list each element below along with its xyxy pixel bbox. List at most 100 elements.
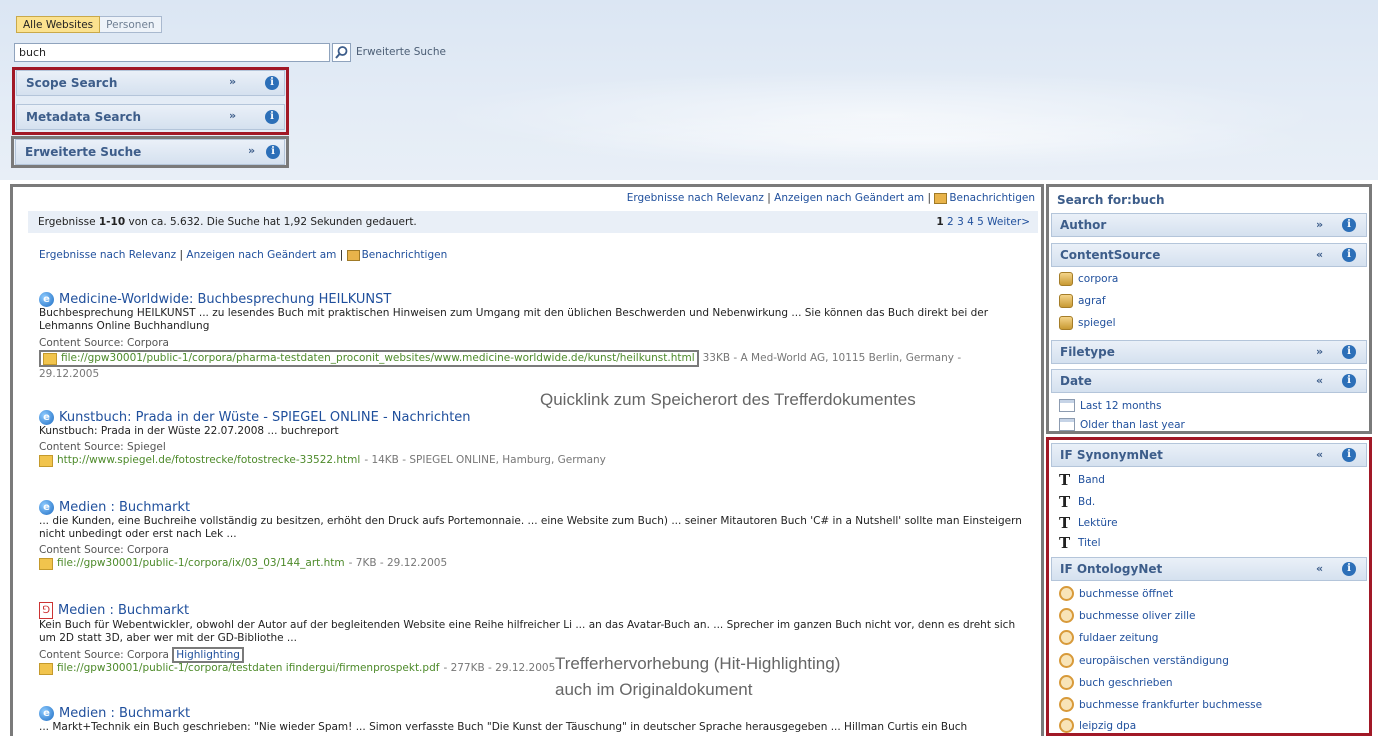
page-link[interactable]: 3 — [957, 216, 964, 228]
author-panel[interactable]: Author » i — [1051, 213, 1367, 237]
sort-relevance-link[interactable]: Ergebnisse nach Relevanz — [39, 249, 176, 261]
synonym-item[interactable]: T Bd. — [1059, 493, 1095, 511]
source-item-corpora[interactable]: corpora — [1059, 272, 1118, 286]
date-item[interactable]: Last 12 months — [1059, 399, 1161, 412]
sort-modified-link[interactable]: Anzeigen nach Geändert am — [186, 249, 336, 261]
result-url-link[interactable]: http://www.spiegel.de/fotostrecke/fotost… — [57, 454, 360, 467]
tab-all-websites[interactable]: Alle Websites — [16, 16, 101, 33]
expand-icon[interactable]: » — [229, 109, 236, 122]
collapse-icon[interactable]: « — [1316, 448, 1323, 461]
metadata-search-panel[interactable]: Metadata Search » i — [16, 104, 285, 130]
date-item[interactable]: Older than last year — [1059, 418, 1185, 431]
synonym-label: Band — [1078, 474, 1105, 486]
next-page-link[interactable]: Weiter> — [987, 216, 1030, 228]
info-icon[interactable]: i — [265, 110, 279, 124]
collapse-icon[interactable]: « — [1316, 562, 1323, 575]
collapse-icon[interactable]: « — [1316, 374, 1323, 387]
result-date: 29.12.2005 — [39, 368, 100, 380]
search-icon — [335, 46, 348, 59]
search-button[interactable] — [332, 43, 351, 62]
synonym-item[interactable]: T Titel — [1059, 534, 1101, 552]
term-icon: T — [1059, 493, 1071, 511]
synonym-item[interactable]: T Band — [1059, 471, 1105, 489]
result-url-link[interactable]: file://gpw30001/public-1/corpora/pharma-… — [61, 352, 695, 365]
search-input[interactable]: buch — [14, 43, 330, 62]
info-icon[interactable]: i — [266, 145, 280, 159]
collapse-icon[interactable]: « — [1316, 248, 1323, 261]
separator: | — [924, 192, 935, 204]
page-link[interactable]: 4 — [967, 216, 974, 228]
info-icon[interactable]: i — [1342, 218, 1356, 232]
sort-modified-link[interactable]: Anzeigen nach Geändert am — [774, 192, 924, 204]
open-folder-icon[interactable] — [39, 455, 53, 467]
info-icon[interactable]: i — [1342, 248, 1356, 262]
annotation-highlighting-1: Trefferhervorhebung (Hit-Highlighting) — [555, 654, 841, 673]
source-item-spiegel[interactable]: spiegel — [1059, 316, 1116, 330]
sort-relevance-link[interactable]: Ergebnisse nach Relevanz — [627, 192, 764, 204]
result-title-link[interactable]: Medien : Buchmarkt — [59, 706, 190, 721]
expand-icon[interactable]: » — [229, 75, 236, 88]
ontology-item[interactable]: buchmesse frankfurter buchmesse — [1059, 697, 1262, 712]
content-source-row: Content Source: Corpora Highlighting — [39, 647, 1039, 663]
scope-search-panel[interactable]: Scope Search » i — [16, 70, 285, 96]
ontology-item[interactable]: buchmesse öffnet — [1059, 586, 1173, 601]
ie-page-icon: e — [39, 292, 54, 307]
source-item-agraf[interactable]: agraf — [1059, 294, 1106, 308]
database-icon — [1059, 272, 1073, 286]
ontology-label: buchmesse oliver zille — [1079, 609, 1196, 622]
info-icon[interactable]: i — [1342, 562, 1356, 576]
page-link[interactable]: 2 — [947, 216, 954, 228]
page-link[interactable]: 5 — [977, 216, 984, 228]
info-icon[interactable]: i — [1342, 374, 1356, 388]
expand-icon[interactable]: » — [248, 144, 255, 157]
filetype-panel[interactable]: Filetype » i — [1051, 340, 1367, 364]
result-url-link[interactable]: file://gpw30001/public-1/corpora/testdat… — [57, 662, 439, 675]
open-folder-icon[interactable] — [39, 558, 53, 570]
advanced-search-title: Erweiterte Suche — [25, 145, 142, 159]
pagination: 1 2 3 4 5 Weiter> — [936, 216, 1030, 228]
result-snippet: Kunstbuch: Prada in der Wüste 22.07.2008… — [39, 425, 339, 437]
date-panel[interactable]: Date « i — [1051, 369, 1367, 393]
scope-search-title: Scope Search — [26, 76, 118, 90]
content-source-panel[interactable]: ContentSource « i — [1051, 243, 1367, 267]
alert-icon — [346, 249, 360, 261]
alert-link[interactable]: Benachrichtigen — [362, 249, 448, 261]
highlighting-link[interactable]: Highlighting — [172, 647, 244, 663]
synonym-item[interactable]: T Lektüre — [1059, 514, 1118, 532]
ontology-panel[interactable]: IF OntologyNet « i — [1051, 557, 1367, 581]
ontology-item[interactable]: europäischen verständigung — [1059, 653, 1229, 668]
ontology-item[interactable]: fuldaer zeitung — [1059, 630, 1158, 645]
result-title-link[interactable]: Medien : Buchmarkt — [58, 603, 189, 618]
metadata-search-title: Metadata Search — [26, 110, 142, 124]
result-url-link[interactable]: file://gpw30001/public-1/corpora/ix/03_0… — [57, 557, 345, 570]
result-snippet: nicht unbedingt oder erst nach Lek ... — [39, 528, 237, 540]
synonym-panel[interactable]: IF SynonymNet « i — [1051, 443, 1367, 467]
expand-icon[interactable]: » — [1316, 345, 1323, 358]
info-icon[interactable]: i — [1342, 448, 1356, 462]
open-folder-icon[interactable] — [43, 353, 57, 365]
result-url-row: http://www.spiegel.de/fotostrecke/fotost… — [39, 454, 1039, 467]
date-title: Date — [1060, 374, 1092, 388]
open-folder-icon[interactable] — [39, 663, 53, 675]
ontology-icon — [1059, 630, 1074, 645]
annotation-highlighting-2: auch im Originaldokument — [555, 680, 753, 699]
result-title-link[interactable]: Medicine-Worldwide: Buchbesprechung HEIL… — [59, 292, 391, 307]
result-url-row: file://gpw30001/public-1/corpora/ix/03_0… — [39, 557, 1039, 570]
ontology-item[interactable]: buchmesse oliver zille — [1059, 608, 1195, 623]
result-title-link[interactable]: Kunstbuch: Prada in der Wüste - SPIEGEL … — [59, 410, 471, 425]
advanced-search-panel[interactable]: Erweiterte Suche » i — [15, 139, 285, 165]
advanced-search-link[interactable]: Erweiterte Suche — [356, 46, 446, 58]
tab-people[interactable]: Personen — [100, 16, 162, 33]
info-icon[interactable]: i — [1342, 345, 1356, 359]
result-title-link[interactable]: Medien : Buchmarkt — [59, 500, 190, 515]
info-icon[interactable]: i — [265, 76, 279, 90]
alert-link[interactable]: Benachrichtigen — [949, 192, 1035, 204]
content-source: Content Source: Spiegel — [39, 441, 166, 453]
ontology-item[interactable]: buch geschrieben — [1059, 675, 1173, 690]
result-snippet: ... Markt+Technik ein Buch geschrieben: … — [39, 721, 968, 733]
result-meta: - 14KB - SPIEGEL ONLINE, Hamburg, German… — [364, 454, 606, 466]
ontology-item[interactable]: leipzig dpa — [1059, 718, 1136, 733]
expand-icon[interactable]: » — [1316, 218, 1323, 231]
filetype-title: Filetype — [1060, 345, 1115, 359]
source-label: agraf — [1078, 295, 1106, 307]
